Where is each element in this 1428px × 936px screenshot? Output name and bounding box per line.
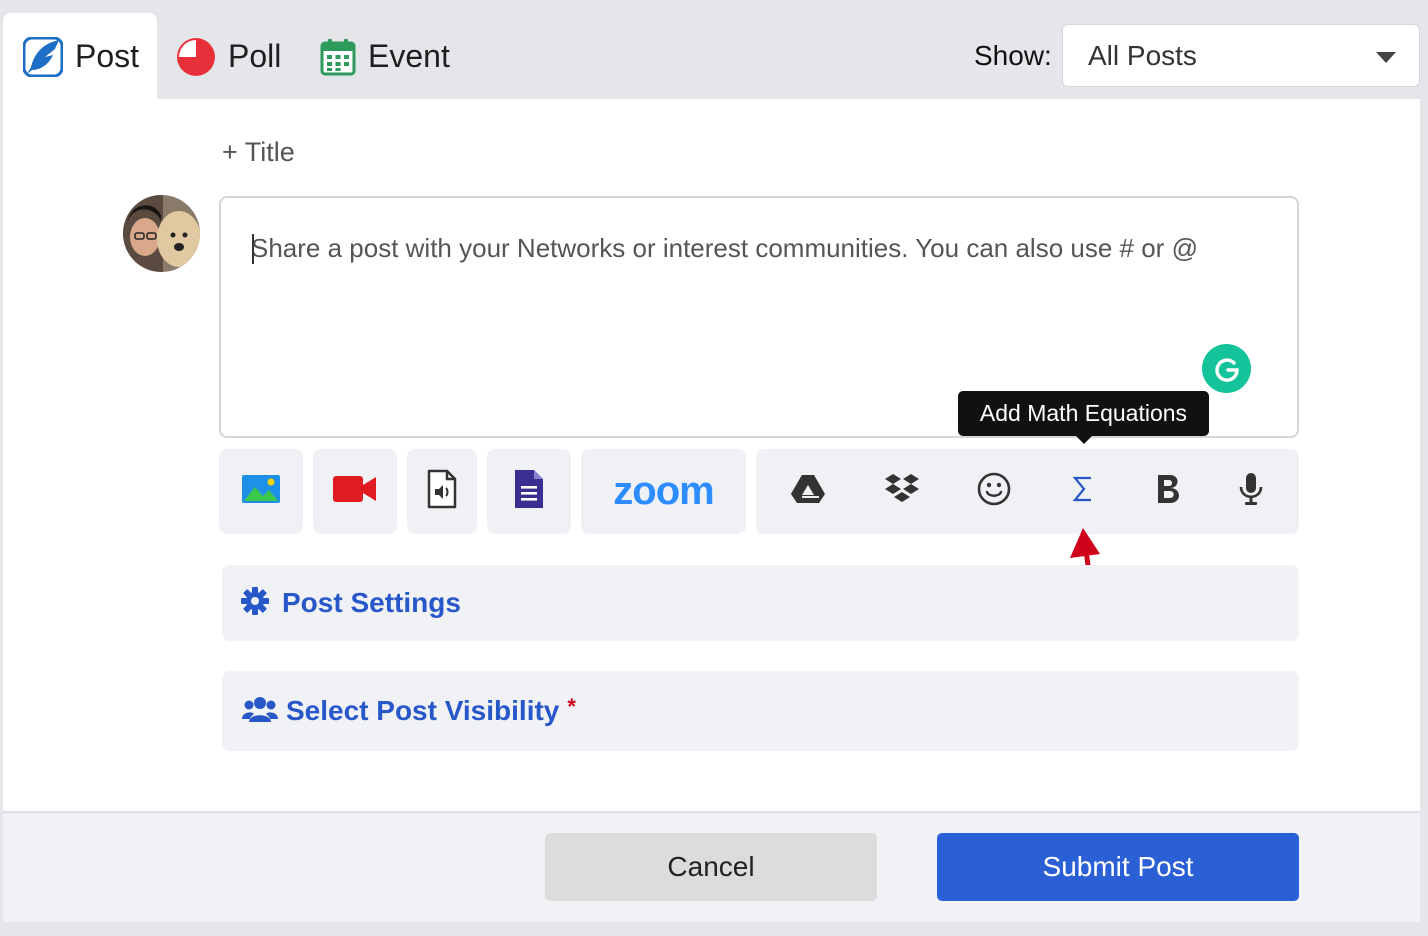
pie-chart-icon <box>176 37 216 77</box>
emoji-button[interactable] <box>959 449 1029 534</box>
dropbox-button[interactable] <box>867 449 937 534</box>
voice-input-button[interactable] <box>1216 449 1286 534</box>
tab-label: Event <box>368 38 450 74</box>
tab-poll[interactable]: Poll <box>176 13 281 100</box>
tab-label: Post <box>75 38 140 74</box>
add-zoom-meeting-button[interactable]: zoom <box>581 449 746 534</box>
google-drive-icon <box>790 474 826 509</box>
document-icon <box>514 469 544 514</box>
add-image-button[interactable] <box>219 449 303 534</box>
video-camera-icon <box>332 474 378 509</box>
google-drive-button[interactable] <box>773 449 843 534</box>
post-settings-toggle[interactable]: Post Settings <box>222 565 1299 641</box>
rich-tools-group <box>756 449 1299 534</box>
bold-button[interactable] <box>1134 449 1204 534</box>
show-filter-select[interactable]: All Posts <box>1062 24 1420 87</box>
add-video-button[interactable] <box>313 449 397 534</box>
submit-post-button[interactable]: Submit Post <box>937 833 1299 901</box>
post-visibility-label: Select Post Visibility <box>286 695 560 726</box>
tooltip-text: Add Math Equations <box>979 400 1188 426</box>
avatar <box>123 195 200 272</box>
audio-file-icon <box>427 469 457 514</box>
text-cursor <box>252 234 254 264</box>
tab-label: Poll <box>228 38 282 74</box>
dropbox-icon <box>884 473 920 510</box>
add-document-button[interactable] <box>487 449 571 534</box>
tab-post[interactable]: Post <box>3 13 157 100</box>
emoji-icon <box>977 472 1011 511</box>
add-audio-file-button[interactable] <box>407 449 477 534</box>
users-group-icon <box>242 695 278 728</box>
bold-icon <box>1155 473 1183 510</box>
zoom-logo: zoom <box>613 469 714 513</box>
show-filter-value: All Posts <box>1088 39 1197 71</box>
grammarly-icon[interactable] <box>1202 344 1251 393</box>
math-tooltip: Add Math Equations <box>958 391 1209 444</box>
show-filter-label: Show: <box>974 40 1052 71</box>
add-title-link[interactable]: + Title <box>222 137 295 168</box>
required-asterisk: * <box>567 694 576 719</box>
chevron-down-icon <box>1376 52 1396 63</box>
gear-icon <box>240 586 270 621</box>
tab-bar: Post Poll Event Show: All Posts <box>0 0 1428 100</box>
calendar-icon <box>320 38 356 76</box>
tab-event[interactable]: Event <box>320 13 450 100</box>
post-settings-label: Post Settings <box>282 587 461 618</box>
sigma-icon <box>1072 474 1094 509</box>
microphone-icon <box>1238 472 1264 511</box>
post-visibility-toggle[interactable]: Select Post Visibility * <box>222 671 1299 751</box>
cancel-button[interactable]: Cancel <box>545 833 877 901</box>
feather-icon <box>23 36 63 77</box>
image-icon <box>241 474 281 509</box>
